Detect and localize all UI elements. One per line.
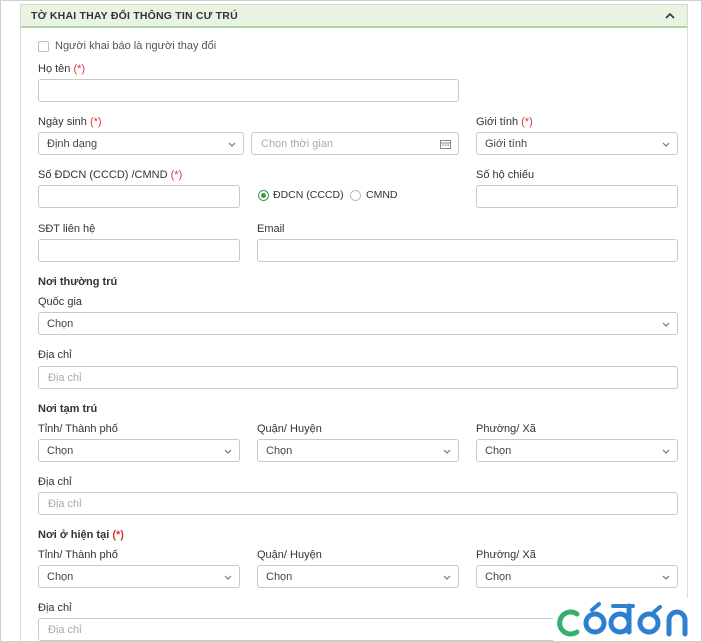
id-number-label: Số ĐDCN (CCCD) /CMND (*) (38, 169, 182, 181)
temporary-ward-select[interactable]: Chọn (476, 439, 678, 462)
required-mark: (*) (89, 116, 102, 128)
temporary-district-value: Chọn (266, 445, 293, 457)
temporary-province-label: Tỉnh/ Thành phố (38, 423, 118, 435)
declarant-checkbox-label: Người khai báo là người thay đổi (55, 40, 217, 52)
chevron-down-icon (662, 322, 670, 327)
temporary-district-label: Quận/ Huyện (257, 423, 322, 435)
gender-label: Giới tính (*) (476, 116, 533, 128)
temporary-province-value: Chọn (47, 445, 74, 457)
id-number-label-text: Số ĐDCN (CCCD) /CMND (38, 169, 168, 181)
current-district-select[interactable]: Chọn (257, 565, 459, 588)
form-body: Người khai báo là người thay đổi Họ tên … (20, 28, 688, 641)
permanent-country-value: Chọn (47, 318, 74, 330)
temporary-ward-value: Chọn (485, 445, 512, 457)
current-district-value: Chọn (266, 571, 293, 583)
temporary-ward-label: Phường/ Xã (476, 423, 536, 435)
birth-date-label-text: Ngày sinh (38, 116, 87, 128)
birth-date-placeholder: Chọn thời gian (261, 138, 334, 150)
chevron-down-icon (224, 575, 232, 580)
birth-date-format-value: Định dạng (47, 138, 98, 150)
temporary-heading: Nơi tạm trú (38, 403, 98, 415)
temporary-province-select[interactable]: Chọn (38, 439, 240, 462)
codon-logo (553, 598, 695, 641)
chevron-down-icon (443, 449, 451, 454)
temporary-address-placeholder: Địa chỉ (48, 498, 82, 510)
declarant-checkbox[interactable] (38, 41, 49, 52)
calendar-icon (440, 140, 451, 149)
permanent-address-label: Địa chỉ (38, 349, 72, 361)
required-mark: (*) (170, 169, 183, 181)
chevron-down-icon (443, 575, 451, 580)
birth-date-format-select[interactable]: Định dạng (38, 132, 244, 155)
passport-label: Số hộ chiếu (476, 169, 535, 181)
temporary-address-input[interactable]: Địa chỉ (38, 492, 678, 515)
permanent-country-select[interactable]: Chọn (38, 312, 678, 335)
radio-cmnd[interactable] (350, 190, 361, 201)
current-ward-value: Chọn (485, 571, 512, 583)
permanent-address-placeholder: Địa chỉ (48, 372, 82, 384)
email-label: Email (257, 223, 285, 235)
required-mark: (*) (521, 116, 533, 128)
chevron-down-icon (662, 575, 670, 580)
birth-date-label: Ngày sinh (*) (38, 116, 102, 128)
permanent-address-input[interactable]: Địa chỉ (38, 366, 678, 389)
current-heading: Nơi ở hiện tại (*) (38, 529, 124, 541)
required-mark: (*) (73, 63, 86, 75)
gender-label-text: Giới tính (476, 116, 519, 128)
permanent-heading: Nơi thường trú (38, 276, 118, 288)
current-heading-text: Nơi ở hiện tại (38, 529, 110, 541)
chevron-down-icon (662, 449, 670, 454)
permanent-country-label: Quốc gia (38, 296, 83, 308)
chevron-down-icon (228, 142, 236, 147)
form-frame: TỜ KHAI THAY ĐỔI THÔNG TIN CƯ TRÚ Người … (0, 0, 702, 642)
required-mark: (*) (112, 529, 124, 541)
radio-cccd-label: ĐDCN (CCCD) (273, 189, 344, 201)
current-province-label: Tỉnh/ Thành phố (38, 549, 118, 561)
radio-cccd[interactable] (258, 190, 269, 201)
chevron-up-icon[interactable] (663, 9, 677, 23)
birth-date-picker[interactable]: Chọn thời gian (251, 132, 459, 155)
chevron-down-icon (662, 142, 670, 147)
temporary-address-label: Địa chỉ (38, 476, 72, 488)
email-input[interactable] (257, 239, 678, 262)
current-province-value: Chọn (47, 571, 74, 583)
gender-select[interactable]: Giới tính (476, 132, 678, 155)
id-number-input[interactable] (38, 185, 240, 208)
full-name-label: Họ tên (*) (38, 63, 85, 75)
current-district-label: Quận/ Huyện (257, 549, 322, 561)
passport-input[interactable] (476, 185, 678, 208)
radio-cmnd-label: CMND (366, 189, 398, 201)
full-name-label-text: Họ tên (38, 63, 71, 75)
gender-value: Giới tính (485, 138, 528, 150)
full-name-input[interactable] (38, 79, 459, 102)
phone-input[interactable] (38, 239, 240, 262)
panel-title: TỜ KHAI THAY ĐỔI THÔNG TIN CƯ TRÚ (31, 10, 238, 22)
panel-header[interactable]: TỜ KHAI THAY ĐỔI THÔNG TIN CƯ TRÚ (20, 4, 688, 28)
current-province-select[interactable]: Chọn (38, 565, 240, 588)
current-ward-select[interactable]: Chọn (476, 565, 678, 588)
current-ward-label: Phường/ Xã (476, 549, 536, 561)
phone-label: SĐT liên hệ (38, 223, 96, 235)
current-address-label: Địa chỉ (38, 602, 72, 614)
temporary-district-select[interactable]: Chọn (257, 439, 459, 462)
current-address-placeholder: Địa chỉ (48, 624, 82, 636)
chevron-down-icon (224, 449, 232, 454)
